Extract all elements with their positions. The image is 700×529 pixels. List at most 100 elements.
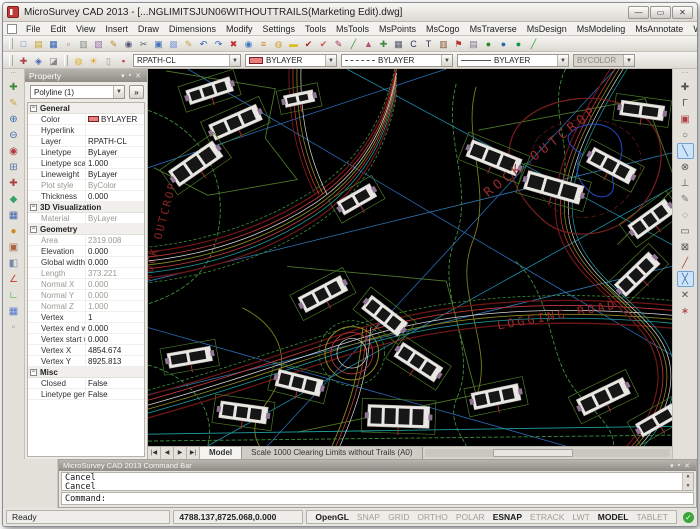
toolbar-icon[interactable]: ✖ (226, 37, 241, 50)
property-row[interactable]: Linetype scale 1.000 (28, 158, 144, 169)
tool-icon[interactable]: ◉ (5, 143, 22, 159)
property-row[interactable]: Plot style ByColor (28, 180, 144, 191)
toolbar-icon[interactable]: ╱ (526, 37, 541, 50)
toolbar-icon[interactable]: ▣ (151, 37, 166, 50)
collapse-icon[interactable]: − (30, 204, 37, 211)
menu-item[interactable]: MsDesign (522, 23, 572, 35)
scroll-up-icon[interactable]: ▲ (683, 473, 693, 480)
toolbar-icon[interactable]: ◍ (271, 37, 286, 50)
tool-icon[interactable]: ∠ (5, 271, 22, 287)
chevron-down-icon[interactable]: ▼ (325, 55, 336, 66)
menu-item[interactable]: View (71, 23, 100, 35)
esnap-tool-icon[interactable]: ╱ (677, 255, 694, 271)
title-bar[interactable]: MicroSurvey CAD 2013 - [...NGLIMITSJUN06… (3, 3, 697, 22)
scroll-down-icon[interactable]: ▼ (683, 483, 693, 490)
tool-icon[interactable]: ▦ (5, 303, 22, 319)
menu-item[interactable]: Window (688, 23, 698, 35)
status-toggle[interactable]: GRID (384, 511, 413, 524)
property-row[interactable]: Layer RPATH-CL (28, 136, 144, 147)
menu-item[interactable]: Dimensions (164, 23, 221, 35)
menu-item[interactable]: Edit (46, 23, 72, 35)
toolbar-icon[interactable]: ◪ (46, 54, 61, 67)
layer-state-icon[interactable]: ◍ (71, 54, 86, 67)
menu-item[interactable]: MsModeling (572, 23, 631, 35)
esnap-tool-icon[interactable]: ▣ (677, 111, 694, 127)
command-history[interactable]: Cancel Cancel Command: ▲ ▼ (61, 472, 694, 491)
tab-nav-button[interactable]: ◀ (161, 447, 174, 459)
tool-icon[interactable]: ⊖ (5, 127, 22, 143)
menu-item[interactable]: Settings (257, 23, 300, 35)
status-toggle[interactable]: SNAP (353, 511, 384, 524)
horizontal-scrollbar-thumb[interactable] (493, 449, 573, 457)
window-control-button[interactable]: — (628, 6, 649, 19)
chevron-down-icon[interactable]: ▼ (557, 55, 568, 66)
toolbar-icon[interactable]: □ (16, 37, 31, 50)
property-group-header[interactable]: − General (28, 103, 144, 114)
property-row[interactable]: Vertex 1 (28, 312, 144, 323)
property-row[interactable]: Area 2319.008 (28, 235, 144, 246)
tool-icon[interactable]: ▦ (5, 207, 22, 223)
status-toggle[interactable]: MODEL (594, 511, 633, 524)
tab-nav-button[interactable]: ▶ (174, 447, 187, 459)
collapse-icon[interactable]: − (30, 105, 37, 112)
toolbar-icon[interactable]: ▤ (31, 37, 46, 50)
property-panel-header[interactable]: Property ▾ ▪ ✕ (25, 69, 147, 82)
toolbar-icon[interactable]: ✂ (136, 37, 151, 50)
layer-state-icon[interactable]: ▪ (116, 54, 131, 67)
menu-item[interactable]: MsCogo (421, 23, 465, 35)
toolbar-icon[interactable]: ● (481, 37, 496, 50)
tab-nav-button[interactable]: |◀ (148, 447, 161, 459)
panel-button[interactable]: ▾ (119, 72, 127, 80)
menu-item[interactable]: Insert (100, 23, 133, 35)
menu-item[interactable]: Tools (300, 23, 331, 35)
status-toggle[interactable]: TABLET (633, 511, 673, 524)
toolbar-icon[interactable]: ▬ (286, 37, 301, 50)
esnap-tool-icon[interactable]: ▭ (677, 223, 694, 239)
property-row[interactable]: Global width 0.000 (28, 257, 144, 268)
toolbar-icon[interactable]: ▥ (436, 37, 451, 50)
tab-nav-button[interactable]: ▶| (187, 447, 200, 459)
toolbar-grip[interactable] (9, 38, 13, 49)
property-group-header[interactable]: − 3D Visualization (28, 202, 144, 213)
toolbar-grip[interactable] (9, 55, 13, 66)
toolbar-grip[interactable] (64, 55, 68, 66)
esnap-tool-icon[interactable]: Γ (677, 95, 694, 111)
tool-icon[interactable]: ▣ (5, 239, 22, 255)
toolbar-icon[interactable]: ↷ (211, 37, 226, 50)
chevron-down-icon[interactable]: ▼ (441, 55, 452, 66)
layout-tab[interactable]: Scale 1000 Clearing Limits without Trail… (242, 447, 422, 459)
tool-icon[interactable]: ⊞ (5, 159, 22, 175)
toolbar-icon[interactable]: ● (511, 37, 526, 50)
menu-item[interactable]: Modify (221, 23, 258, 35)
esnap-tool-icon[interactable]: ◌ (677, 207, 694, 223)
toolbar-icon[interactable]: ◈ (31, 54, 46, 67)
property-row[interactable]: Lineweight ByLayer (28, 169, 144, 180)
menu-item[interactable]: MsTools (331, 23, 374, 35)
collapse-icon[interactable]: − (30, 226, 37, 233)
tool-icon[interactable]: ✎ (5, 95, 22, 111)
property-row[interactable]: Length 373.221 (28, 268, 144, 279)
property-row[interactable]: Vertex X 4854.674 (28, 345, 144, 356)
status-toggle[interactable]: POLAR (452, 511, 489, 524)
window-control-button[interactable]: ✕ (672, 6, 693, 19)
esnap-tool-icon[interactable]: ⊠ (677, 239, 694, 255)
coordinate-readout[interactable]: 4788.137,8725.068,0.000 (173, 510, 303, 524)
toolbar-icon[interactable]: ◉ (121, 37, 136, 50)
esnap-tool-icon[interactable]: ⊥ (677, 175, 694, 191)
status-toggle[interactable]: LWT (568, 511, 593, 524)
window-control-button[interactable]: ▭ (650, 6, 671, 19)
toolbar-icon[interactable]: ▧ (91, 37, 106, 50)
cad-viewport[interactable]: ROCK OUTCROPLOGGING ROADROCK OUTCROP (148, 69, 672, 446)
expand-button[interactable]: » (129, 85, 144, 99)
property-row[interactable]: Normal Y 0.000 (28, 290, 144, 301)
toolbar-icon[interactable]: ✎ (106, 37, 121, 50)
toolbar-icon[interactable]: ✚ (16, 54, 31, 67)
toolbar-icon[interactable]: ● (496, 37, 511, 50)
esnap-tool-icon[interactable]: ╲ (677, 143, 694, 159)
esnap-tool-icon[interactable]: ∗ (677, 303, 694, 319)
horizontal-scrollbar[interactable] (425, 449, 670, 457)
tool-icon[interactable]: ✚ (5, 175, 22, 191)
tool-icon[interactable]: ⊕ (5, 111, 22, 127)
toolbar-icon[interactable]: ✚ (376, 37, 391, 50)
toolbar-icon[interactable]: ≡ (256, 37, 271, 50)
